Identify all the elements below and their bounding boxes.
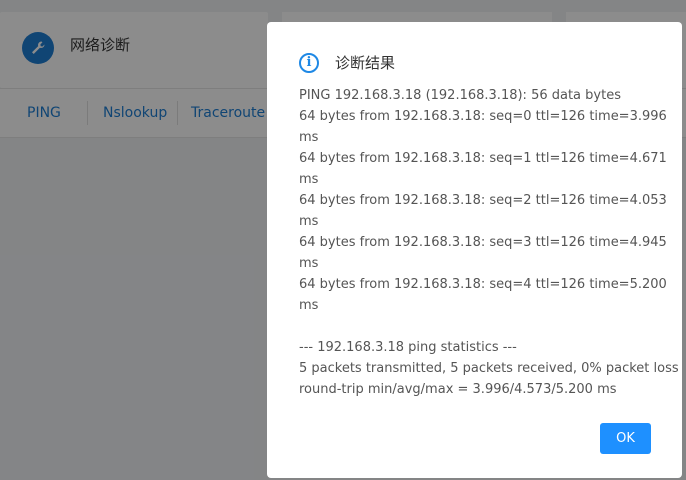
output-line: ms	[299, 214, 319, 229]
output-line: ms	[299, 172, 319, 187]
diagnosis-result-dialog: i 诊断结果 PING 192.168.3.18 (192.168.3.18):…	[267, 22, 682, 478]
output-line: 64 bytes from 192.168.3.18: seq=3 ttl=12…	[299, 235, 667, 250]
dialog-header: i 诊断结果	[299, 52, 395, 73]
output-line: ms	[299, 298, 319, 313]
output-line: ms	[299, 130, 319, 145]
output-line: --- 192.168.3.18 ping statistics ---	[299, 340, 517, 355]
output-line: 64 bytes from 192.168.3.18: seq=1 ttl=12…	[299, 151, 667, 166]
output-line: round-trip min/avg/max = 3.996/4.573/5.2…	[299, 382, 617, 397]
output-line: 64 bytes from 192.168.3.18: seq=2 ttl=12…	[299, 193, 667, 208]
output-line: 64 bytes from 192.168.3.18: seq=0 ttl=12…	[299, 109, 667, 124]
output-blank-line	[299, 316, 669, 337]
ping-output: PING 192.168.3.18 (192.168.3.18): 56 dat…	[299, 85, 679, 400]
dialog-title: 诊断结果	[335, 54, 396, 72]
output-line: ms	[299, 256, 319, 271]
output-line: PING 192.168.3.18 (192.168.3.18): 56 dat…	[299, 88, 621, 103]
output-line: 64 bytes from 192.168.3.18: seq=4 ttl=12…	[299, 277, 667, 292]
ok-button[interactable]: OK	[600, 423, 651, 454]
output-line: 5 packets transmitted, 5 packets receive…	[299, 361, 679, 376]
info-icon: i	[299, 52, 319, 73]
